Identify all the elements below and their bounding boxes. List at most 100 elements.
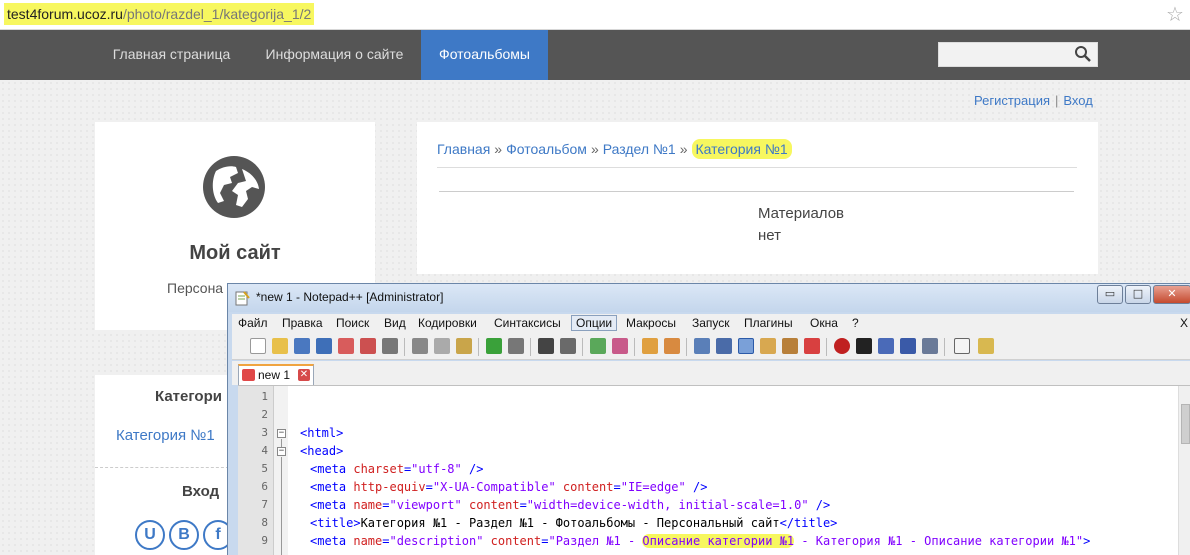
show-symbols-icon[interactable]	[716, 338, 732, 354]
code-token: "X-UA-Compatible"	[432, 480, 556, 494]
play-macro-icon[interactable]	[878, 338, 894, 354]
code-token: <head>	[300, 444, 344, 458]
menu-macros[interactable]: Макросы	[626, 316, 676, 330]
menu-encodings[interactable]: Кодировки	[418, 316, 477, 330]
menu-plugins[interactable]: Плагины	[744, 316, 793, 330]
cut-icon[interactable]	[412, 338, 428, 354]
fold-line	[281, 457, 282, 555]
code-token: <meta	[310, 498, 347, 512]
register-link[interactable]: Регистрация	[974, 93, 1050, 108]
breadcrumb-section[interactable]: Раздел №1	[603, 141, 676, 157]
breadcrumb-album[interactable]: Фотоальбом	[506, 141, 587, 157]
breadcrumb-current: Категория №1	[691, 139, 792, 159]
scrollbar-thumb[interactable]	[1181, 404, 1190, 444]
fold-toggle-icon[interactable]: −	[277, 429, 286, 438]
doc-map-icon[interactable]	[782, 338, 798, 354]
url-path: /photo/razdel_1/kategorija_1/2	[122, 6, 312, 22]
fold-toggle-icon[interactable]: −	[277, 447, 286, 456]
ucoz-login-icon[interactable]: U	[135, 520, 165, 550]
record-macro-icon[interactable]	[834, 338, 850, 354]
breadcrumb-home[interactable]: Главная	[437, 141, 490, 157]
paste-icon[interactable]	[456, 338, 472, 354]
menu-search[interactable]: Поиск	[336, 316, 369, 330]
divider	[439, 191, 1074, 192]
zoom-in-icon[interactable]	[590, 338, 606, 354]
close-all-icon[interactable]	[360, 338, 376, 354]
code-token: http-equiv	[353, 480, 426, 494]
menu-help[interactable]: ?	[852, 316, 859, 330]
spellcheck-settings-icon[interactable]	[978, 338, 994, 354]
toolbar-separator	[944, 338, 945, 356]
zoom-out-icon[interactable]	[612, 338, 628, 354]
sync-vertical-icon[interactable]	[642, 338, 658, 354]
save-macro-icon[interactable]	[922, 338, 938, 354]
nav-about[interactable]: Информация о сайте	[248, 30, 421, 80]
copy-icon[interactable]	[434, 338, 450, 354]
menu-run[interactable]: Запуск	[692, 316, 730, 330]
redo-icon[interactable]	[508, 338, 524, 354]
menu-edit[interactable]: Правка	[282, 316, 323, 330]
indent-guide-icon[interactable]	[738, 338, 754, 354]
code-token: <meta	[310, 462, 347, 476]
code-token: >	[1083, 534, 1091, 548]
code-token: />	[468, 462, 484, 476]
function-list-icon[interactable]	[804, 338, 820, 354]
save-icon[interactable]	[294, 338, 310, 354]
user-lang-icon[interactable]	[760, 338, 776, 354]
unsaved-file-icon	[242, 369, 255, 381]
open-file-icon[interactable]	[272, 338, 288, 354]
vertical-scrollbar[interactable]	[1178, 386, 1190, 555]
menu-windows[interactable]: Окна	[810, 316, 838, 330]
find-icon[interactable]	[538, 338, 554, 354]
menu-file[interactable]: Файл	[238, 316, 268, 330]
new-file-icon[interactable]	[250, 338, 266, 354]
tab-new-1[interactable]: new 1 ✕	[238, 364, 314, 385]
breadcrumb-sep: »	[590, 141, 599, 157]
search-icon[interactable]	[1074, 45, 1092, 63]
search-input[interactable]	[938, 42, 1098, 67]
url-text[interactable]: test4forum.ucoz.ru/photo/razdel_1/katego…	[4, 3, 315, 25]
code-token: />	[815, 498, 831, 512]
menu-syntax[interactable]: Синтаксисы	[494, 316, 561, 330]
replace-icon[interactable]	[560, 338, 576, 354]
code-token: name	[353, 498, 383, 512]
close-file-icon[interactable]	[338, 338, 354, 354]
address-bar[interactable]: test4forum.ucoz.ru/photo/razdel_1/katego…	[0, 0, 1190, 30]
empty-line-1: Материалов	[758, 205, 845, 222]
nav-photoalbums[interactable]: Фотоальбомы	[421, 30, 548, 80]
notepad-titlebar[interactable]: *new 1 - Notepad++ [Administrator] ▭ □ ✕	[228, 284, 1190, 312]
code-token: "width=device-width, initial-scale=1.0"	[526, 498, 809, 512]
menu-close-doc[interactable]: X	[1180, 316, 1188, 330]
menu-view[interactable]: Вид	[384, 316, 406, 330]
code-token: "description"	[389, 534, 484, 548]
undo-icon[interactable]	[486, 338, 502, 354]
code-token: "utf-8"	[411, 462, 462, 476]
close-button[interactable]: ✕	[1153, 285, 1190, 304]
line-number: 7	[261, 498, 268, 511]
word-wrap-icon[interactable]	[694, 338, 710, 354]
code-line-6: <meta http-equiv="X-UA-Compatible" conte…	[310, 480, 708, 494]
login-link[interactable]: Вход	[1063, 93, 1092, 108]
spellcheck-icon[interactable]	[954, 338, 970, 354]
menu-options[interactable]: Опции	[571, 315, 618, 331]
maximize-button[interactable]: □	[1125, 285, 1151, 304]
save-all-icon[interactable]	[316, 338, 332, 354]
stop-macro-icon[interactable]	[856, 338, 872, 354]
minimize-button[interactable]: ▭	[1097, 285, 1123, 304]
notepad-app-icon	[235, 291, 250, 306]
toolbar-separator	[404, 338, 405, 356]
auth-separator: |	[1055, 93, 1059, 108]
line-number-gutter: 1 2 3 4 5 6 7 8 9	[238, 386, 274, 555]
code-editor[interactable]: 1 2 3 4 5 6 7 8 9 − − <html> <head> <met…	[238, 385, 1190, 555]
star-icon[interactable]: ☆	[1164, 2, 1186, 26]
nav-home[interactable]: Главная страница	[95, 30, 248, 80]
print-icon[interactable]	[382, 338, 398, 354]
category-link[interactable]: Категория №1	[116, 427, 215, 444]
globe-icon	[203, 156, 265, 218]
code-token: />	[692, 480, 708, 494]
tab-close-icon[interactable]: ✕	[298, 369, 310, 381]
url-host: test4forum.ucoz.ru	[7, 6, 123, 22]
sync-horizontal-icon[interactable]	[664, 338, 680, 354]
run-multiple-icon[interactable]	[900, 338, 916, 354]
vk-login-icon[interactable]: B	[169, 520, 199, 550]
